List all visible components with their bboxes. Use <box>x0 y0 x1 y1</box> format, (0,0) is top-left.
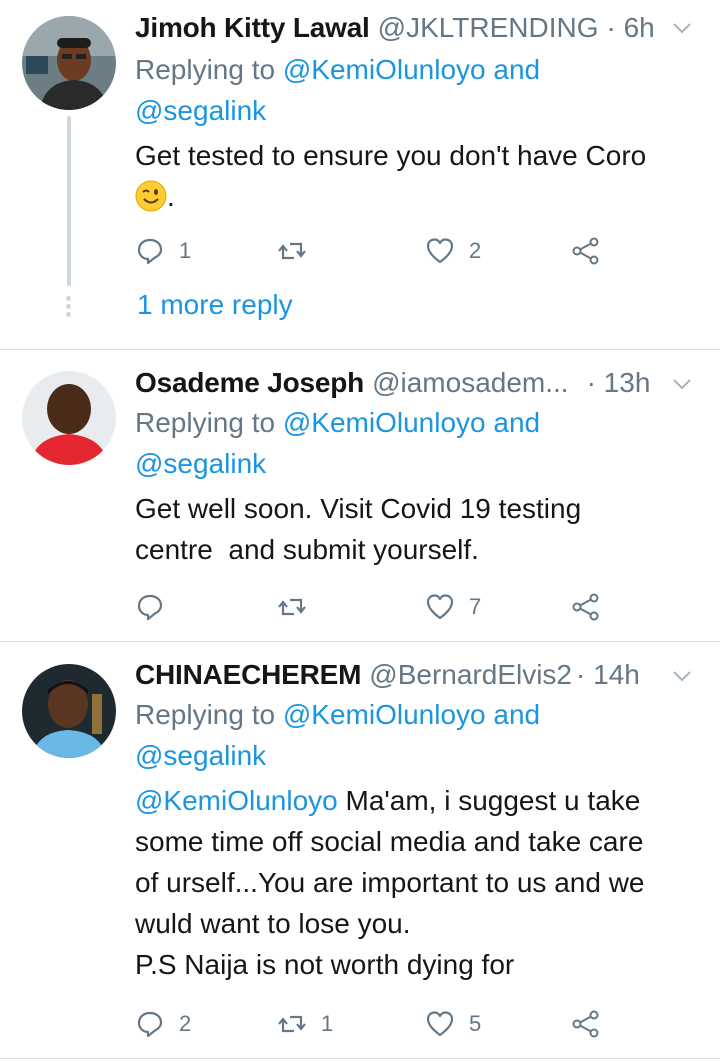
mention-link[interactable]: @segalink <box>135 95 266 126</box>
avatar[interactable] <box>22 664 116 758</box>
heart-icon <box>426 238 454 264</box>
timestamp[interactable]: · 6h <box>606 10 654 46</box>
tweet-1[interactable]: Jimoh Kitty Lawal @JKLTRENDING · 6h Repl… <box>0 0 720 350</box>
author-handle[interactable]: @iamosadem... <box>372 365 569 401</box>
more-replies-link[interactable]: 1 more reply <box>137 289 293 321</box>
winking-face-icon <box>135 180 167 212</box>
like-button[interactable]: 2 <box>425 231 481 271</box>
retweet-icon <box>278 1015 306 1033</box>
reply-icon <box>137 594 163 621</box>
author-name[interactable]: Jimoh Kitty Lawal <box>135 10 370 46</box>
like-button[interactable]: 7 <box>425 587 481 627</box>
replying-to: Replying to @KemiOlunloyo and @segalink <box>135 699 541 771</box>
avatar[interactable] <box>22 371 116 465</box>
author-name[interactable]: CHINAECHEREM <box>135 657 361 693</box>
author-name[interactable]: Osademe Joseph <box>135 365 364 401</box>
retweet-icon <box>278 242 306 260</box>
chevron-down-icon[interactable] <box>670 16 694 40</box>
mention-link[interactable]: @KemiOlunloyo <box>283 699 486 730</box>
heart-icon <box>426 594 454 620</box>
timestamp[interactable]: · 14h <box>576 657 640 693</box>
replying-to: Replying to @KemiOlunloyo and @segalink <box>135 54 541 126</box>
reply-button[interactable]: 2 <box>135 1004 191 1044</box>
like-count: 7 <box>469 594 482 619</box>
retweet-button[interactable] <box>277 231 321 271</box>
heart-icon <box>426 1011 454 1037</box>
share-icon <box>572 237 599 265</box>
chevron-down-icon[interactable] <box>670 372 694 396</box>
share-button[interactable] <box>571 1004 601 1044</box>
thread-line <box>67 116 71 286</box>
like-count: 2 <box>469 238 482 263</box>
author-handle[interactable]: @JKLTRENDING <box>378 10 599 46</box>
mention-link[interactable]: @segalink <box>135 448 266 479</box>
tweet-text: @KemiOlunloyo Ma'am, i suggest u take so… <box>135 785 645 980</box>
mention-link[interactable]: @KemiOlunloyo <box>283 407 486 438</box>
tweet-3[interactable]: CHINAECHEREM @BernardElvis2 · 14h Replyi… <box>0 642 720 1061</box>
retweet-count: 1 <box>321 1011 334 1036</box>
reply-icon <box>137 1011 163 1038</box>
mention-link[interactable]: @KemiOlunloyo <box>135 785 338 816</box>
chevron-down-icon[interactable] <box>670 664 694 688</box>
divider <box>0 1058 720 1059</box>
tweet-2[interactable]: Osademe Joseph @iamosadem... · 13h Reply… <box>0 350 720 642</box>
retweet-button[interactable] <box>277 587 321 627</box>
mention-link[interactable]: @KemiOlunloyo <box>283 54 486 85</box>
reply-icon <box>137 238 163 265</box>
like-count: 5 <box>469 1011 482 1036</box>
retweet-icon <box>278 598 306 616</box>
share-button[interactable] <box>571 587 601 627</box>
mention-link[interactable]: @segalink <box>135 740 266 771</box>
share-button[interactable] <box>571 231 601 271</box>
share-icon <box>572 593 599 621</box>
reply-button[interactable]: 1 <box>135 231 191 271</box>
tweet-text: Get tested to ensure you don't have Coro… <box>135 140 647 212</box>
timestamp[interactable]: · 13h <box>587 365 651 401</box>
author-handle[interactable]: @BernardElvis2 <box>369 657 572 693</box>
avatar[interactable] <box>22 16 116 110</box>
replying-to: Replying to @KemiOlunloyo and @segalink <box>135 407 541 479</box>
reply-count: 2 <box>179 1011 192 1036</box>
reply-button[interactable] <box>135 587 179 627</box>
like-button[interactable]: 5 <box>425 1004 481 1044</box>
retweet-button[interactable]: 1 <box>277 1004 333 1044</box>
tweet-text: Get well soon. Visit Covid 19 testing ce… <box>135 493 582 565</box>
reply-count: 1 <box>179 238 192 263</box>
share-icon <box>572 1010 599 1038</box>
